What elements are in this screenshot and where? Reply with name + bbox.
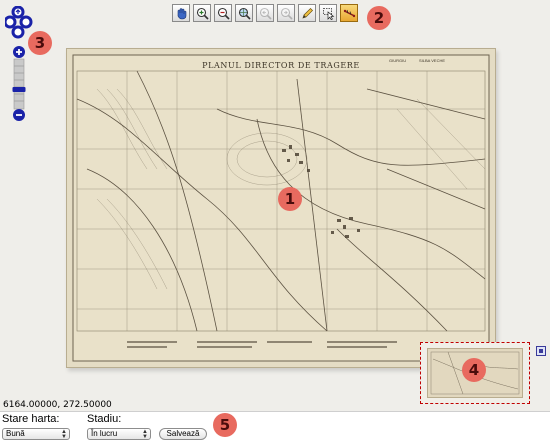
select-icon <box>322 7 334 20</box>
map-sheet-name: SILBA VECHE <box>419 58 446 63</box>
scanned-map[interactable]: PLANUL DIRECTOR DE TRAGERE GIURGIU SILBA… <box>66 48 496 368</box>
badge-navigation: 3 <box>28 31 52 55</box>
map-toolbar <box>172 4 358 22</box>
save-button[interactable]: Salvează <box>159 428 207 440</box>
zoom-in-tool-button[interactable] <box>193 4 211 22</box>
stadiu-select[interactable]: În lucru ▲ ▼ <box>87 428 151 440</box>
select-arrows-icon: ▲ ▼ <box>61 429 67 440</box>
zoom-extent-tool-button[interactable] <box>235 4 253 22</box>
zoom-in-icon <box>196 7 209 20</box>
pan-right-arrow-icon[interactable] <box>19 15 33 29</box>
zoom-next-icon <box>280 7 293 20</box>
pan-down-arrow-icon[interactable] <box>11 25 25 39</box>
coordinates-readout: 6164.00000, 272.50000 <box>3 400 112 410</box>
map-viewer[interactable]: PLANUL DIRECTOR DE TRAGERE GIURGIU SILBA… <box>0 0 550 412</box>
select-arrows-icon: ▲ ▼ <box>142 429 148 440</box>
badge-toolbar: 2 <box>367 6 391 30</box>
stare-harta-label: Stare harta: <box>2 413 60 425</box>
map-drawing <box>72 54 490 362</box>
stare-harta-select[interactable]: Bună ▲ ▼ <box>2 428 70 440</box>
measure-tool-button[interactable] <box>340 4 358 22</box>
stare-harta-value: Bună <box>6 429 25 438</box>
overview-toggle-button[interactable] <box>536 346 546 356</box>
stadiu-label: Stadiu: <box>87 413 122 425</box>
pencil-icon <box>301 7 313 19</box>
zoom-previous-tool-button[interactable] <box>256 4 274 22</box>
zoom-next-tool-button[interactable] <box>277 4 295 22</box>
select-tool-button[interactable] <box>319 4 337 22</box>
zoom-slider <box>12 46 26 121</box>
draw-tool-button[interactable] <box>298 4 316 22</box>
zoom-slider-handle[interactable] <box>12 87 26 92</box>
badge-form: 5 <box>213 413 237 437</box>
badge-overview: 4 <box>462 358 486 382</box>
hand-icon <box>177 7 186 19</box>
zoom-out-icon <box>217 7 230 20</box>
globe-zoom-icon <box>238 7 251 20</box>
zoom-bar[interactable] <box>12 46 26 122</box>
map-status-form: Stare harta: Bună ▲ ▼ Stadiu: În lucru ▲ ▼… <box>0 412 550 440</box>
pan-tool-button[interactable] <box>172 4 190 22</box>
pan-left-arrow-icon[interactable] <box>3 15 17 29</box>
zoom-previous-icon <box>259 7 272 20</box>
map-sheet-label: GIURGIU <box>389 58 407 63</box>
stadiu-value: În lucru <box>91 429 118 438</box>
badge-map: 1 <box>278 187 302 211</box>
zoom-out-tool-button[interactable] <box>214 4 232 22</box>
ruler-icon <box>343 9 355 17</box>
